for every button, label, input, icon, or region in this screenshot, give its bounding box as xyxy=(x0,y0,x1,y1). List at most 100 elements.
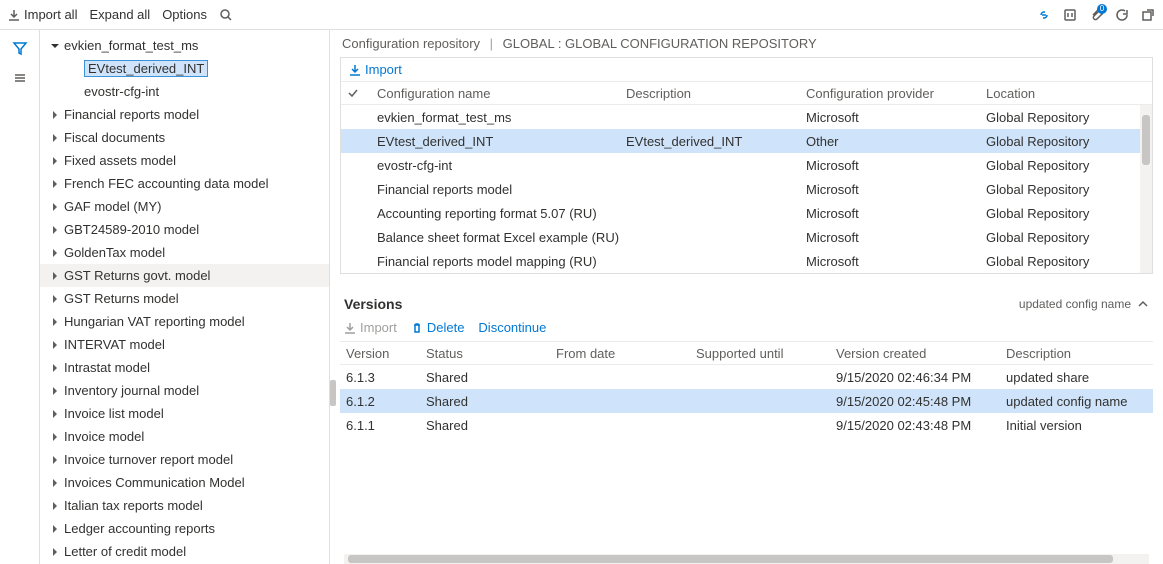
col-status[interactable]: Status xyxy=(426,346,556,361)
col-version-created[interactable]: Version created xyxy=(836,346,1006,361)
col-config-name[interactable]: Configuration name xyxy=(377,86,626,101)
ver-import-label: Import xyxy=(360,320,397,335)
tree-item[interactable]: Fiscal documents xyxy=(40,126,329,149)
config-row[interactable]: evkien_format_test_msMicrosoftGlobal Rep… xyxy=(341,105,1152,129)
tree-item[interactable]: Italian tax reports model xyxy=(40,494,329,517)
tree-item[interactable]: Inventory journal model xyxy=(40,379,329,402)
tree-caret[interactable] xyxy=(50,295,60,303)
splitter-handle[interactable] xyxy=(330,380,336,406)
chevron-up-icon[interactable] xyxy=(1137,298,1149,310)
tree-item[interactable]: GST Returns govt. model xyxy=(40,264,329,287)
filter-button[interactable] xyxy=(12,40,28,56)
col-supported-until[interactable]: Supported until xyxy=(696,346,836,361)
version-row[interactable]: 6.1.2Shared9/15/2020 02:45:48 PMupdated … xyxy=(340,389,1153,413)
cell-name: Accounting reporting format 5.07 (RU) xyxy=(377,206,626,221)
tree-item[interactable]: evkien_format_test_ms xyxy=(40,34,329,57)
tree-caret[interactable] xyxy=(50,387,60,395)
tree-caret[interactable] xyxy=(50,42,60,50)
tree-item[interactable]: INTERVAT model xyxy=(40,333,329,356)
ver-discontinue-button[interactable]: Discontinue xyxy=(478,320,546,335)
tree-caret[interactable] xyxy=(50,226,60,234)
popout-button[interactable] xyxy=(1141,8,1155,22)
cell-desc: EVtest_derived_INT xyxy=(626,134,806,149)
office-icon-button[interactable] xyxy=(1063,8,1077,22)
tree-item[interactable]: GBT24589-2010 model xyxy=(40,218,329,241)
import-all-button[interactable]: Import all xyxy=(8,7,77,22)
ver-delete-button[interactable]: Delete xyxy=(411,320,465,335)
col-location[interactable]: Location xyxy=(986,86,1146,101)
cell-provider: Microsoft xyxy=(806,158,986,173)
breadcrumb-part2: GLOBAL : GLOBAL CONFIGURATION REPOSITORY xyxy=(503,36,817,51)
tree-item[interactable]: GAF model (MY) xyxy=(40,195,329,218)
config-row[interactable]: Financial reports model mapping (RU)Micr… xyxy=(341,249,1152,273)
tree-caret[interactable] xyxy=(50,525,60,533)
version-row[interactable]: 6.1.1Shared9/15/2020 02:43:48 PMInitial … xyxy=(340,413,1153,437)
check-col[interactable] xyxy=(347,87,377,99)
tree-caret[interactable] xyxy=(50,433,60,441)
attachments-button[interactable]: 0 xyxy=(1089,8,1103,22)
version-row[interactable]: 6.1.3Shared9/15/2020 02:46:34 PMupdated … xyxy=(340,365,1153,389)
cell-name: evkien_format_test_ms xyxy=(377,110,626,125)
config-grid-header: Configuration name Description Configura… xyxy=(341,81,1152,105)
col-provider[interactable]: Configuration provider xyxy=(806,86,986,101)
col-description[interactable]: Description xyxy=(1006,346,1163,361)
tree-caret[interactable] xyxy=(50,479,60,487)
tree-label: evkien_format_test_ms xyxy=(64,38,198,53)
config-row[interactable]: evostr-cfg-intMicrosoftGlobal Repository xyxy=(341,153,1152,177)
tree-item[interactable]: GoldenTax model xyxy=(40,241,329,264)
tree-item[interactable]: Hungarian VAT reporting model xyxy=(40,310,329,333)
tree-item[interactable]: French FEC accounting data model xyxy=(40,172,329,195)
tree-item[interactable]: Invoice model xyxy=(40,425,329,448)
config-import-button[interactable]: Import xyxy=(349,62,402,77)
tree-caret[interactable] xyxy=(50,249,60,257)
funnel-icon xyxy=(12,40,28,56)
tree-caret[interactable] xyxy=(50,318,60,326)
config-tree[interactable]: evkien_format_test_ms EVtest_derived_INTe… xyxy=(40,30,330,564)
expand-all-button[interactable]: Expand all xyxy=(89,7,150,22)
col-description[interactable]: Description xyxy=(626,86,806,101)
tree-item[interactable]: Invoice turnover report model xyxy=(40,448,329,471)
tree-caret[interactable] xyxy=(50,548,60,556)
tree-caret[interactable] xyxy=(50,272,60,280)
tree-caret[interactable] xyxy=(50,180,60,188)
config-scrollbar[interactable] xyxy=(1140,105,1152,273)
tree-item[interactable]: Intrastat model xyxy=(40,356,329,379)
tree-caret[interactable] xyxy=(50,111,60,119)
col-from-date[interactable]: From date xyxy=(556,346,696,361)
versions-hscroll[interactable] xyxy=(344,554,1149,564)
config-row[interactable]: Financial reports modelMicrosoftGlobal R… xyxy=(341,177,1152,201)
search-button[interactable] xyxy=(219,8,233,22)
tree-caret[interactable] xyxy=(50,410,60,418)
tree-item[interactable]: evostr-cfg-int xyxy=(40,80,329,103)
tree-caret[interactable] xyxy=(50,203,60,211)
tree-item[interactable]: EVtest_derived_INT xyxy=(40,57,329,80)
versions-grid-body: 6.1.3Shared9/15/2020 02:46:34 PMupdated … xyxy=(340,365,1153,437)
tree-item[interactable]: Ledger accounting reports xyxy=(40,517,329,540)
link-icon-button[interactable] xyxy=(1037,8,1051,22)
top-toolbar: Import all Expand all Options 0 xyxy=(0,0,1163,30)
config-row[interactable]: Accounting reporting format 5.07 (RU)Mic… xyxy=(341,201,1152,225)
tree-caret[interactable] xyxy=(50,364,60,372)
menu-button[interactable] xyxy=(12,70,28,86)
options-button[interactable]: Options xyxy=(162,7,207,22)
check-icon xyxy=(347,87,359,99)
tree-caret[interactable] xyxy=(50,456,60,464)
refresh-button[interactable] xyxy=(1115,8,1129,22)
tree-item[interactable]: Invoices Communication Model xyxy=(40,471,329,494)
config-row[interactable]: EVtest_derived_INTEVtest_derived_INTOthe… xyxy=(341,129,1152,153)
cell-location: Global Repository xyxy=(986,158,1146,173)
tree-item[interactable]: GST Returns model xyxy=(40,287,329,310)
ver-import-button[interactable]: Import xyxy=(344,320,397,335)
tree-item[interactable]: Invoice list model xyxy=(40,402,329,425)
tree-caret[interactable] xyxy=(50,502,60,510)
config-row[interactable]: Balance sheet format Excel example (RU)M… xyxy=(341,225,1152,249)
cell-provider: Microsoft xyxy=(806,182,986,197)
tree-item[interactable]: Fixed assets model xyxy=(40,149,329,172)
tree-item[interactable]: Financial reports model xyxy=(40,103,329,126)
tree-caret[interactable] xyxy=(50,134,60,142)
tree-caret[interactable] xyxy=(50,341,60,349)
col-version[interactable]: Version xyxy=(346,346,426,361)
tree-item[interactable]: Letter of credit model xyxy=(40,540,329,563)
tree-caret[interactable] xyxy=(50,157,60,165)
cell-status: Shared xyxy=(426,370,556,385)
